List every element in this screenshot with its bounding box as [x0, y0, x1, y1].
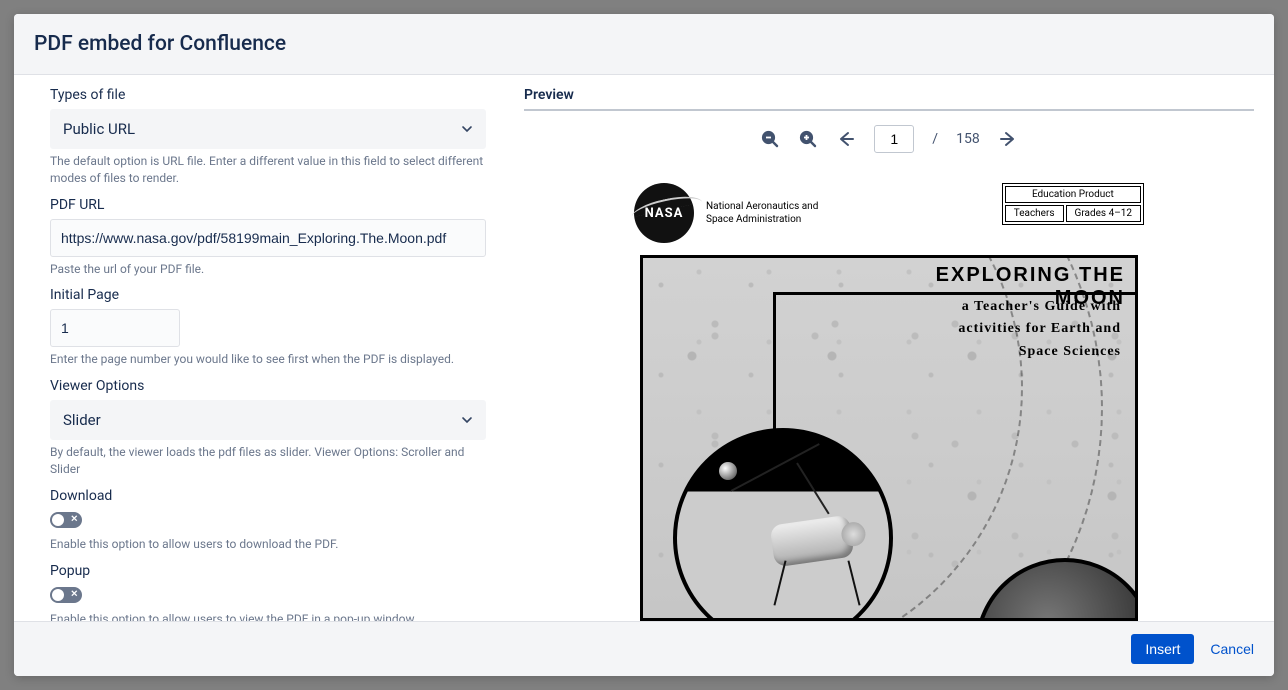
pdf-url-help: Paste the url of your PDF file.	[50, 261, 486, 278]
nasa-agency-text: National Aeronautics and Space Administr…	[706, 200, 818, 226]
edu-header: Education Product	[1005, 186, 1141, 203]
form-pane: Types of file Public URL The default opt…	[14, 75, 504, 621]
nasa-header: NASA National Aeronautics and Space Admi…	[634, 183, 818, 243]
edu-teachers: Teachers	[1005, 205, 1064, 222]
pdf-page: NASA National Aeronautics and Space Admi…	[624, 173, 1154, 621]
chevron-down-icon	[461, 414, 473, 426]
nasa-agency-line2: Space Administration	[706, 213, 818, 226]
pdf-url-group: PDF URL Paste the url of your PDF file.	[50, 197, 486, 278]
types-of-file-help: The default option is URL file. Enter a …	[50, 153, 486, 187]
viewer-options-select[interactable]: Slider	[50, 400, 486, 440]
viewer-options-value: Slider	[63, 411, 101, 429]
download-toggle[interactable]: ✕	[50, 512, 82, 528]
toggle-knob	[52, 514, 64, 526]
dialog-title: PDF embed for Confluence	[34, 32, 1254, 56]
viewer-options-label: Viewer Options	[50, 378, 486, 394]
zoom-out-icon[interactable]	[760, 129, 780, 149]
preview-heading: Preview	[524, 87, 1254, 111]
close-icon: ✕	[70, 515, 78, 524]
total-pages: 158	[956, 131, 980, 147]
edu-grades: Grades 4–12	[1066, 205, 1141, 222]
initial-page-label: Initial Page	[50, 287, 486, 303]
download-help: Enable this option to allow users to dow…	[50, 536, 486, 553]
dialog-body: Types of file Public URL The default opt…	[14, 75, 1274, 621]
current-page-input[interactable]	[874, 125, 914, 153]
crane-line	[731, 443, 820, 492]
types-of-file-select[interactable]: Public URL	[50, 109, 486, 149]
dialog-header: PDF embed for Confluence	[14, 14, 1274, 75]
dialog-footer: Insert Cancel	[14, 621, 1274, 676]
initial-page-help: Enter the page number you would like to …	[50, 351, 486, 368]
pdf-viewport[interactable]: NASA National Aeronautics and Space Admi…	[524, 163, 1254, 621]
download-label: Download	[50, 488, 486, 504]
chevron-down-icon	[461, 123, 473, 135]
cancel-button[interactable]: Cancel	[1210, 641, 1254, 657]
viewer-options-group: Viewer Options Slider By default, the vi…	[50, 378, 486, 478]
pdf-url-input[interactable]	[50, 219, 486, 257]
zoom-in-icon[interactable]	[798, 129, 818, 149]
nasa-logo-icon: NASA	[634, 183, 694, 243]
types-of-file-value: Public URL	[63, 120, 135, 138]
close-icon: ✕	[70, 590, 78, 599]
document-cover-frame: EXPLORING THE MOON a Teacher's Guide wit…	[640, 255, 1138, 621]
document-subtitle: a Teacher's Guide with activities for Ea…	[956, 296, 1121, 363]
lander-legs	[767, 560, 867, 610]
preview-pane: Preview / 158	[504, 75, 1274, 621]
toggle-knob	[52, 589, 64, 601]
initial-page-input[interactable]	[50, 309, 180, 347]
download-group: Download ✕ Enable this option to allow u…	[50, 488, 486, 553]
pdf-url-label: PDF URL	[50, 197, 486, 213]
prev-page-icon[interactable]	[836, 129, 856, 149]
types-of-file-label: Types of file	[50, 87, 486, 103]
nasa-logo-text: NASA	[645, 206, 684, 221]
popup-label: Popup	[50, 563, 486, 579]
nasa-agency-line1: National Aeronautics and	[706, 200, 818, 213]
initial-page-group: Initial Page Enter the page number you w…	[50, 287, 486, 368]
page-separator: /	[932, 131, 938, 147]
next-page-icon[interactable]	[998, 129, 1018, 149]
pdf-embed-dialog: PDF embed for Confluence Types of file P…	[14, 14, 1274, 676]
earth-icon	[719, 462, 737, 480]
popup-help: Enable this option to allow users to vie…	[50, 611, 486, 621]
types-of-file-group: Types of file Public URL The default opt…	[50, 87, 486, 187]
crane-line	[796, 462, 829, 514]
insert-button[interactable]: Insert	[1131, 634, 1194, 664]
popup-toggle[interactable]: ✕	[50, 587, 82, 603]
popup-group: Popup ✕ Enable this option to allow user…	[50, 563, 486, 621]
viewer-options-help: By default, the viewer loads the pdf fil…	[50, 444, 486, 478]
pdf-toolbar: / 158	[524, 119, 1254, 163]
education-product-box: Education Product Teachers Grades 4–12	[1002, 183, 1144, 225]
